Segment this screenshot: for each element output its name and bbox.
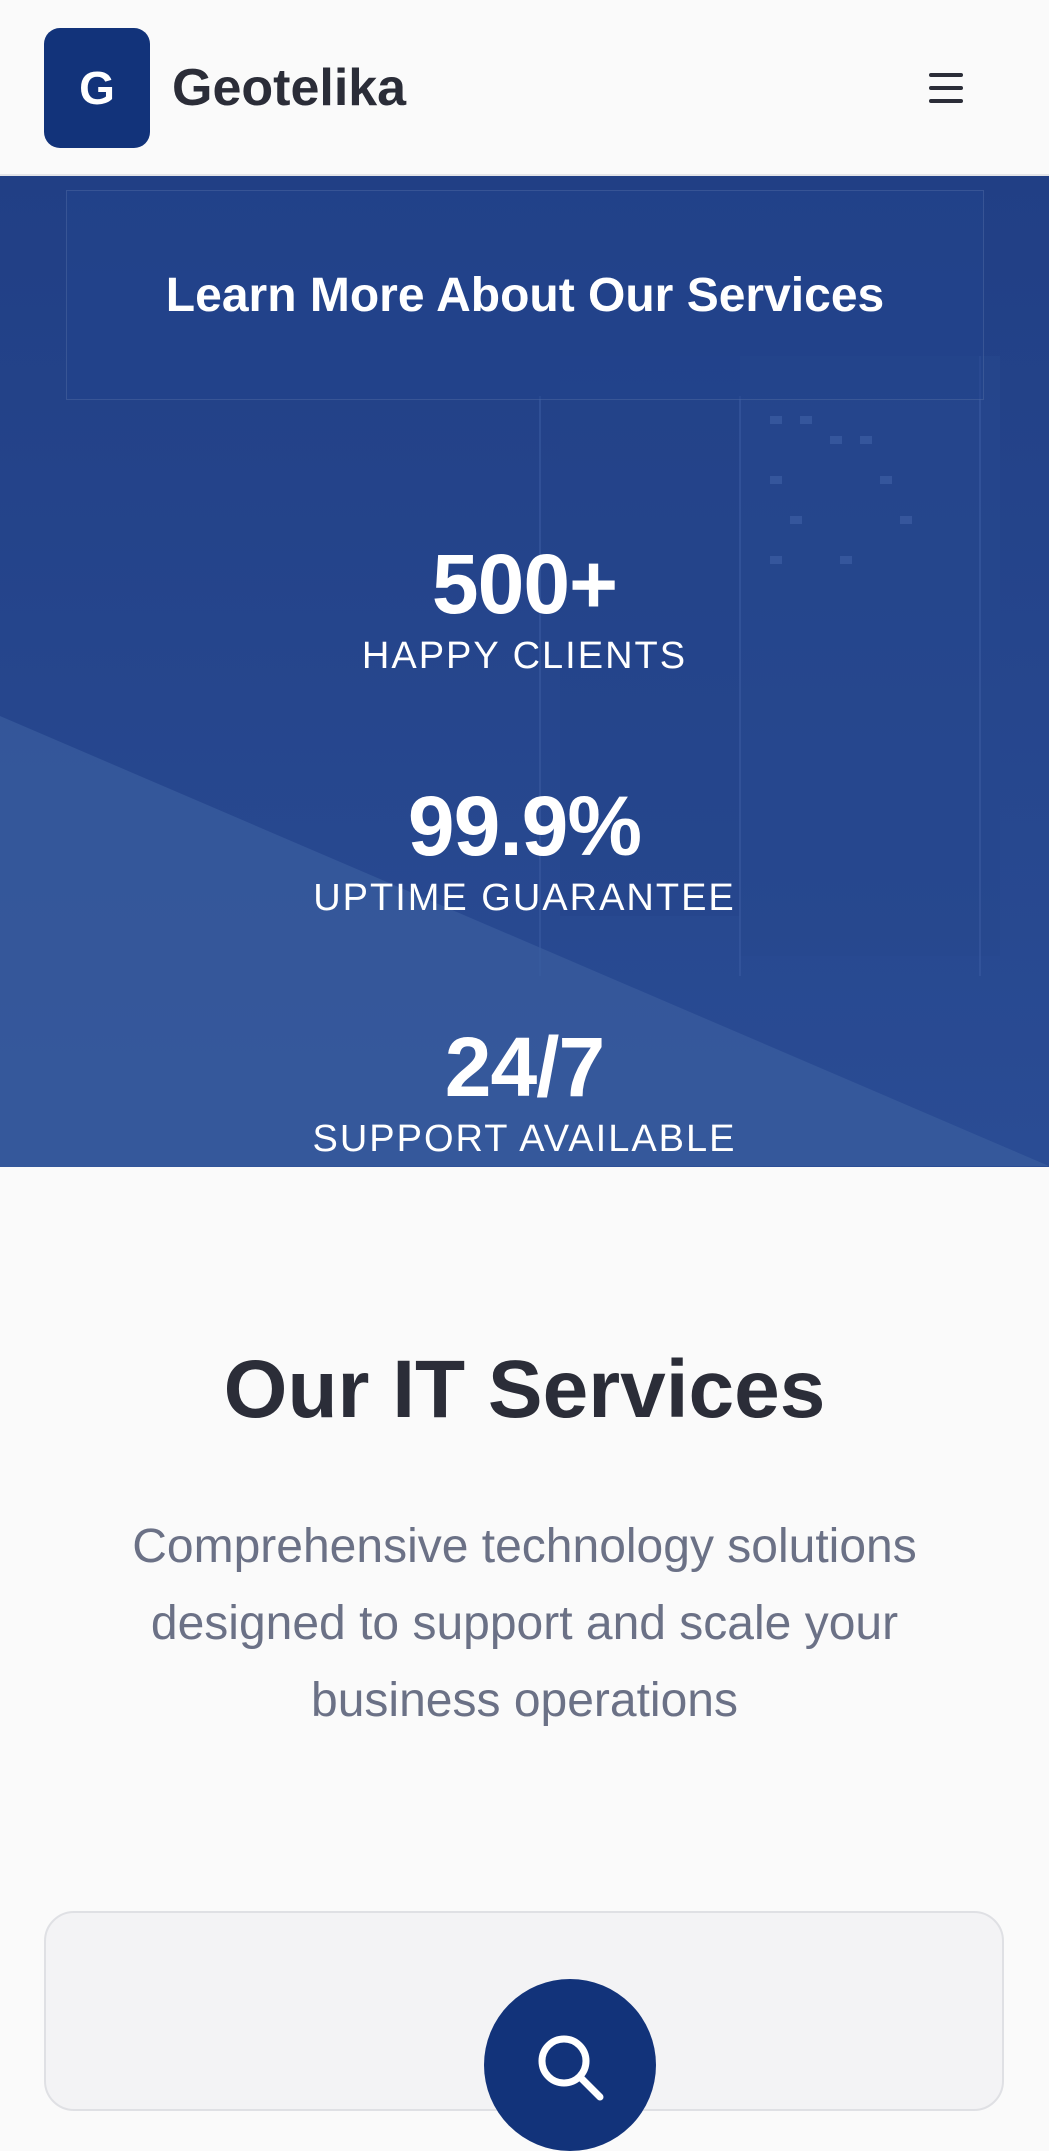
search-icon — [538, 2035, 604, 2101]
hero-section: Learn More About Our Services 500+ HAPPY… — [0, 176, 1049, 1167]
services-title: Our IT Services — [223, 1344, 826, 1435]
stat-value: 500+ — [431, 537, 618, 631]
hamburger-menu-icon[interactable] — [920, 64, 972, 112]
stat-value: 24/7 — [444, 1020, 606, 1114]
learn-more-label: Learn More About Our Services — [165, 268, 885, 322]
site-header: G Geotelika — [0, 0, 1049, 176]
stat-uptime-guarantee: 99.9% UPTIME GUARANTEE — [0, 778, 1049, 922]
stat-label: HAPPY CLIENTS — [361, 635, 688, 677]
stat-label: SUPPORT AVAILABLE — [312, 1118, 737, 1160]
stat-value: 99.9% — [407, 779, 642, 873]
logo-letter: G — [79, 62, 115, 114]
service-icon-badge — [484, 1979, 656, 2151]
brand-name[interactable]: Geotelika — [172, 56, 406, 120]
stat-support-available: 24/7 SUPPORT AVAILABLE — [0, 1019, 1049, 1163]
service-card[interactable] — [44, 1911, 1004, 2151]
logo[interactable]: G — [44, 28, 150, 148]
stat-label: UPTIME GUARANTEE — [313, 877, 736, 919]
services-subtitle: Comprehensive technology solutions desig… — [132, 1520, 917, 1727]
stat-happy-clients: 500+ HAPPY CLIENTS — [0, 536, 1049, 680]
learn-more-button[interactable]: Learn More About Our Services — [66, 190, 984, 400]
